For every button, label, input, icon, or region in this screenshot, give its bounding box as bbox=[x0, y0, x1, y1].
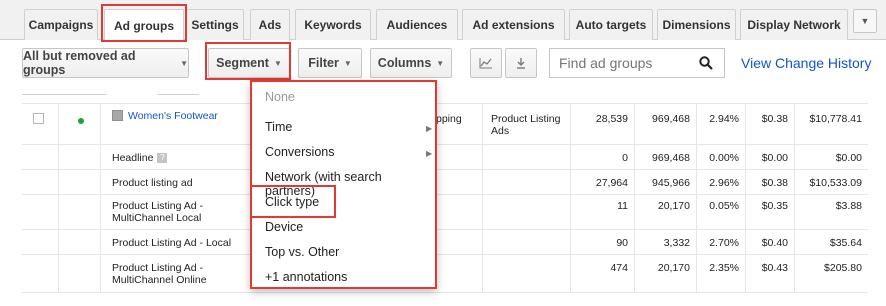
menu-item-device[interactable]: Device bbox=[265, 220, 303, 234]
caret-down-icon: ▼ bbox=[860, 16, 870, 26]
cpc-cell: $0.00 bbox=[761, 152, 788, 164]
submenu-arrow-icon: ▶ bbox=[426, 124, 433, 133]
impressions-cell: 969,468 bbox=[652, 152, 690, 164]
segment-label: Segment bbox=[216, 56, 269, 70]
menu-item-network[interactable]: Network (with search partners) bbox=[265, 170, 435, 198]
cost-cell: $205.80 bbox=[824, 262, 862, 274]
help-icon[interactable]: ? bbox=[157, 153, 168, 164]
menu-item-top-vs-other[interactable]: Top vs. Other bbox=[265, 245, 339, 259]
row-checkbox[interactable] bbox=[33, 113, 44, 124]
filter-dropdown[interactable]: Filter ▼ bbox=[298, 48, 362, 78]
cost-cell: $35.64 bbox=[829, 237, 862, 249]
tab-audiences[interactable]: Audiences bbox=[376, 9, 458, 40]
menu-item-none: None bbox=[265, 90, 295, 104]
cost-cell: $10,533.09 bbox=[809, 177, 862, 189]
impressions-cell: 20,170 bbox=[657, 262, 690, 274]
ad-name-cell: Product Listing Ad - MultiChannel Local bbox=[112, 200, 204, 224]
caret-down-icon: ▼ bbox=[273, 58, 282, 68]
column-divider bbox=[58, 103, 59, 293]
cpc-cell: $0.38 bbox=[761, 177, 788, 189]
ad-name-cell: Product Listing Ad - Local bbox=[112, 237, 232, 249]
tab-bar: Campaigns Ad groups Settings Ads Keyword… bbox=[0, 0, 886, 41]
status-enabled-dot bbox=[78, 118, 84, 124]
columns-label: Columns bbox=[377, 56, 432, 70]
clicks-cell: 28,539 bbox=[595, 113, 628, 125]
campaign-type-cell: pping bbox=[436, 113, 462, 125]
caret-down-icon: ▼ bbox=[180, 58, 188, 68]
segment-dropdown[interactable]: Segment ▼ bbox=[208, 48, 290, 78]
tab-keywords[interactable]: Keywords bbox=[295, 9, 371, 40]
menu-item-time[interactable]: Time bbox=[265, 120, 292, 134]
cost-cell: $3.88 bbox=[835, 200, 862, 212]
impressions-cell: 20,170 bbox=[657, 200, 690, 212]
menu-item-conversions[interactable]: Conversions bbox=[265, 145, 334, 159]
search-button[interactable] bbox=[688, 49, 724, 77]
search-box bbox=[549, 48, 725, 78]
tab-campaigns[interactable]: Campaigns bbox=[24, 9, 98, 40]
cpc-cell: $0.35 bbox=[761, 200, 788, 212]
tab-dimensions[interactable]: Dimensions bbox=[657, 9, 736, 40]
status-filter-dropdown[interactable]: All but removed ad groups ▼ bbox=[22, 48, 189, 78]
cpc-cell: $0.38 bbox=[761, 113, 788, 125]
impressions-cell: 969,468 bbox=[652, 113, 690, 125]
download-icon bbox=[517, 58, 525, 69]
ad-name: Headline bbox=[112, 152, 154, 164]
ctr-cell: 0.05% bbox=[709, 200, 739, 212]
ad-name-cell: Headline? bbox=[112, 152, 168, 164]
ctr-cell: 0.00% bbox=[709, 152, 739, 164]
tab-display-network[interactable]: Display Network bbox=[740, 9, 848, 40]
clicks-cell: 474 bbox=[610, 262, 628, 274]
tab-ads[interactable]: Ads bbox=[250, 9, 290, 40]
column-divider bbox=[482, 103, 483, 293]
ad-type-cell: Product Listing Ads bbox=[491, 113, 561, 137]
column-divider bbox=[100, 103, 101, 293]
chart-toggle-button[interactable] bbox=[470, 48, 502, 78]
tab-ad-extensions[interactable]: Ad extensions bbox=[462, 9, 565, 40]
ad-group-icon bbox=[112, 110, 123, 121]
ctr-cell: 2.70% bbox=[709, 237, 739, 249]
cpc-cell: $0.40 bbox=[761, 237, 788, 249]
clicks-cell: 0 bbox=[622, 152, 628, 164]
divider bbox=[157, 94, 199, 95]
clicks-cell: 90 bbox=[616, 237, 628, 249]
impressions-cell: 945,966 bbox=[652, 177, 690, 189]
clicks-cell: 27,964 bbox=[595, 177, 628, 189]
caret-down-icon: ▼ bbox=[343, 58, 352, 68]
line-chart-icon bbox=[479, 58, 492, 69]
impressions-cell: 3,332 bbox=[663, 237, 690, 249]
tab-auto-targets[interactable]: Auto targets bbox=[569, 9, 653, 40]
more-tabs-button[interactable]: ▼ bbox=[853, 9, 877, 33]
ad-name-cell: Product Listing Ad - MultiChannel Online bbox=[112, 262, 207, 286]
ad-group-name-link[interactable]: Women's Footwear bbox=[128, 110, 218, 122]
segment-menu: None Time ▶ Conversions ▶ Network (with … bbox=[250, 80, 437, 289]
ctr-cell: 2.96% bbox=[709, 177, 739, 189]
ctr-cell: 2.35% bbox=[709, 262, 739, 274]
caret-down-icon: ▼ bbox=[436, 58, 445, 68]
view-change-history-link[interactable]: View Change History bbox=[741, 55, 871, 71]
columns-dropdown[interactable]: Columns ▼ bbox=[370, 48, 452, 78]
clicks-cell: 11 bbox=[617, 200, 628, 212]
search-icon bbox=[699, 56, 713, 70]
menu-item-click-type[interactable]: Click type bbox=[265, 195, 319, 209]
menu-item-plus1-annotations[interactable]: +1 annotations bbox=[265, 270, 347, 284]
cpc-cell: $0.43 bbox=[761, 262, 788, 274]
ad-name-cell: Product listing ad bbox=[112, 177, 193, 189]
ctr-cell: 2.94% bbox=[709, 113, 739, 125]
submenu-arrow-icon: ▶ bbox=[426, 149, 433, 158]
divider bbox=[22, 94, 107, 95]
cost-cell: $10,778.41 bbox=[809, 113, 862, 125]
cost-cell: $0.00 bbox=[835, 152, 862, 164]
tab-ad-groups[interactable]: Ad groups bbox=[104, 9, 184, 41]
tab-settings[interactable]: Settings bbox=[186, 9, 244, 40]
download-button[interactable] bbox=[505, 48, 537, 78]
status-filter-label: All but removed ad groups bbox=[23, 49, 136, 77]
search-input[interactable] bbox=[550, 49, 690, 77]
filter-label: Filter bbox=[308, 56, 339, 70]
